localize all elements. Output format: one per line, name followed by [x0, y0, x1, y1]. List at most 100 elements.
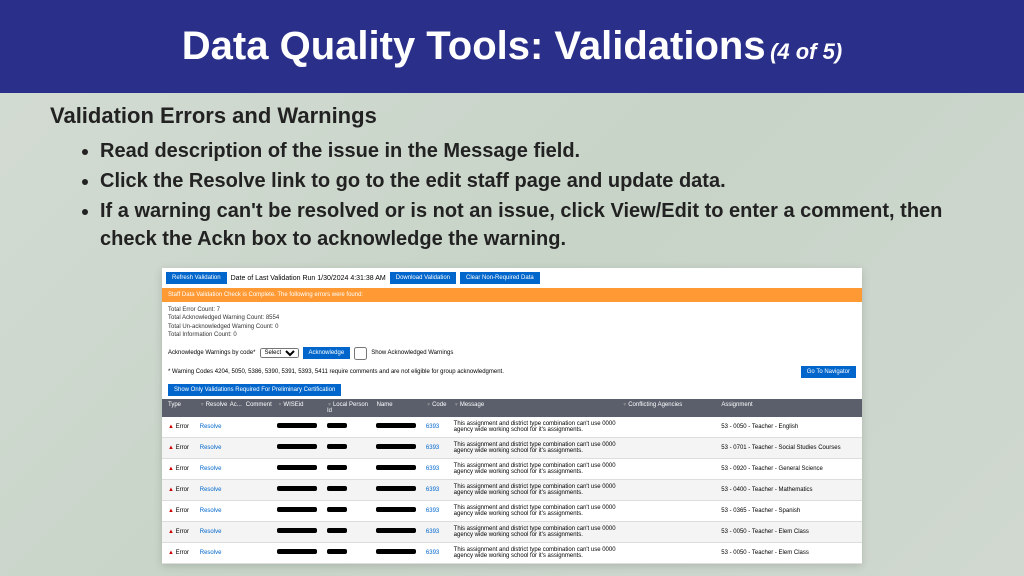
- redacted: [277, 528, 317, 533]
- redacted: [277, 465, 317, 470]
- assignment-cell: 53 - 0701 - Teacher - Social Studies Cou…: [719, 445, 858, 451]
- type-label: Error: [176, 445, 189, 451]
- table-row: ▲ ErrorResolve6393This assignment and di…: [162, 438, 862, 459]
- message-cell: This assignment and district type combin…: [452, 442, 620, 454]
- resolve-link[interactable]: Resolve: [200, 424, 222, 430]
- assignment-cell: 53 - 0050 - Teacher - Elem Class: [719, 550, 858, 556]
- slide-title: Data Quality Tools: Validations: [182, 24, 766, 68]
- message-cell: This assignment and district type combin…: [452, 463, 620, 475]
- redacted: [327, 549, 347, 554]
- show-only-button[interactable]: Show Only Validations Required For Preli…: [168, 384, 341, 396]
- resolve-link[interactable]: Resolve: [200, 529, 222, 535]
- redacted: [277, 486, 317, 491]
- redacted: [376, 549, 416, 554]
- assignment-cell: 53 - 0920 - Teacher - General Science: [719, 466, 858, 472]
- code-link[interactable]: 6393: [426, 550, 439, 556]
- redacted: [376, 486, 416, 491]
- message-cell: This assignment and district type combin…: [452, 526, 620, 538]
- message-cell: This assignment and district type combin…: [452, 421, 620, 433]
- type-label: Error: [176, 487, 189, 493]
- last-run-label: Date of Last Validation Run 1/30/2024 4:…: [231, 275, 386, 282]
- go-navigator-button[interactable]: Go To Navigator: [801, 366, 856, 378]
- resolve-link[interactable]: Resolve: [200, 508, 222, 514]
- table-row: ▲ Error Resolve 6393 This assignment and di…: [162, 480, 862, 501]
- table-row: ▲ Error Resolve 6393 This assignment and di…: [162, 501, 862, 522]
- assignment-cell: 53 - 0365 - Teacher - Spanish: [719, 508, 858, 514]
- col-message[interactable]: Message: [452, 402, 620, 414]
- code-link[interactable]: 6393: [426, 445, 439, 451]
- count-line: Total Un-acknowledged Warning Count: 0: [168, 323, 856, 331]
- col-code[interactable]: Code: [424, 402, 452, 414]
- type-label: Error: [176, 466, 189, 472]
- code-link[interactable]: 6393: [426, 466, 439, 472]
- show-ack-checkbox[interactable]: [354, 347, 367, 360]
- code-select[interactable]: Select: [260, 348, 299, 358]
- download-button[interactable]: Download Validation: [390, 272, 456, 284]
- redacted: [277, 444, 317, 449]
- table-row: ▲ Error Resolve 6393 This assignment and di…: [162, 543, 862, 564]
- message-cell: This assignment and district type combin…: [452, 505, 620, 517]
- refresh-button[interactable]: Refresh Validation: [166, 272, 227, 284]
- ack-label: Acknowledge Warnings by code*: [168, 350, 256, 356]
- type-label: Error: [176, 550, 189, 556]
- error-icon: ▲: [168, 487, 174, 493]
- resolve-link[interactable]: Resolve: [200, 487, 222, 493]
- redacted: [376, 528, 416, 533]
- section-title: Validation Errors and Warnings: [50, 103, 974, 129]
- assignment-cell: 53 - 0050 - Teacher - English: [719, 424, 858, 430]
- error-icon: ▲: [168, 466, 174, 472]
- code-link[interactable]: 6393: [426, 487, 439, 493]
- show-ack-label: Show Acknowledged Warnings: [371, 350, 453, 356]
- bullet-list: Read description of the issue in the Mes…: [100, 137, 974, 253]
- col-ac: Ac...: [228, 402, 244, 414]
- resolve-link[interactable]: Resolve: [200, 466, 222, 472]
- col-conflicting[interactable]: Conflicting Agencies: [620, 402, 719, 414]
- count-line: Total Error Count: 7: [168, 306, 856, 314]
- redacted: [277, 507, 317, 512]
- type-label: Error: [176, 529, 189, 535]
- table-header: Type Resolve Ac... Comment WISEid Local …: [162, 399, 862, 417]
- ack-row: Acknowledge Warnings by code* Select Ack…: [162, 344, 862, 363]
- col-wiseid[interactable]: WISEid: [275, 402, 325, 414]
- redacted: [376, 465, 416, 470]
- slide-header: Data Quality Tools: Validations (4 of 5): [0, 0, 1024, 93]
- code-link[interactable]: 6393: [426, 529, 439, 535]
- message-cell: This assignment and district type combin…: [452, 484, 620, 496]
- col-comment: Comment: [244, 402, 276, 414]
- note-row: * Warning Codes 4204, 5050, 5386, 5390, …: [162, 363, 862, 381]
- col-assignment: Assignment: [719, 402, 858, 414]
- table-row: ▲ Error Resolve 6393 This assignment and di…: [162, 459, 862, 480]
- code-link[interactable]: 6393: [426, 508, 439, 514]
- col-name: Name: [375, 402, 425, 414]
- table-body: ▲ Error Resolve 6393 This assignment and di…: [162, 417, 862, 564]
- error-icon: ▲: [168, 529, 174, 535]
- redacted: [327, 444, 347, 449]
- redacted: [376, 444, 416, 449]
- type-label: Error: [176, 508, 189, 514]
- redacted: [327, 423, 347, 428]
- counts-section: Total Error Count: 7 Total Acknowledged …: [162, 302, 862, 344]
- status-banner: Staff Data Validation Check is Complete.…: [162, 288, 862, 302]
- col-localid[interactable]: Local Person Id: [325, 402, 375, 414]
- assignment-cell: 53 - 0050 - Teacher - Elem Class: [719, 529, 858, 535]
- code-link[interactable]: 6393: [426, 424, 439, 430]
- bullet-item: Click the Resolve link to go to the edit…: [100, 167, 974, 195]
- app-screenshot: Refresh Validation Date of Last Validati…: [162, 268, 862, 564]
- toolbar: Refresh Validation Date of Last Validati…: [162, 268, 862, 288]
- table-row: ▲ ErrorResolve6393This assignment and di…: [162, 417, 862, 438]
- ack-button[interactable]: Acknowledge: [303, 347, 351, 359]
- error-icon: ▲: [168, 508, 174, 514]
- redacted: [376, 423, 416, 428]
- col-resolve[interactable]: Resolve: [198, 402, 228, 414]
- clear-button[interactable]: Clear Non-Required Data: [460, 272, 540, 284]
- redacted: [327, 528, 347, 533]
- count-line: Total Acknowledged Warning Count: 8554: [168, 314, 856, 322]
- error-icon: ▲: [168, 550, 174, 556]
- redacted: [376, 507, 416, 512]
- message-cell: This assignment and district type combin…: [452, 547, 620, 559]
- resolve-link[interactable]: Resolve: [200, 445, 222, 451]
- resolve-link[interactable]: Resolve: [200, 550, 222, 556]
- redacted: [327, 507, 347, 512]
- redacted: [277, 549, 317, 554]
- type-label: Error: [176, 424, 189, 430]
